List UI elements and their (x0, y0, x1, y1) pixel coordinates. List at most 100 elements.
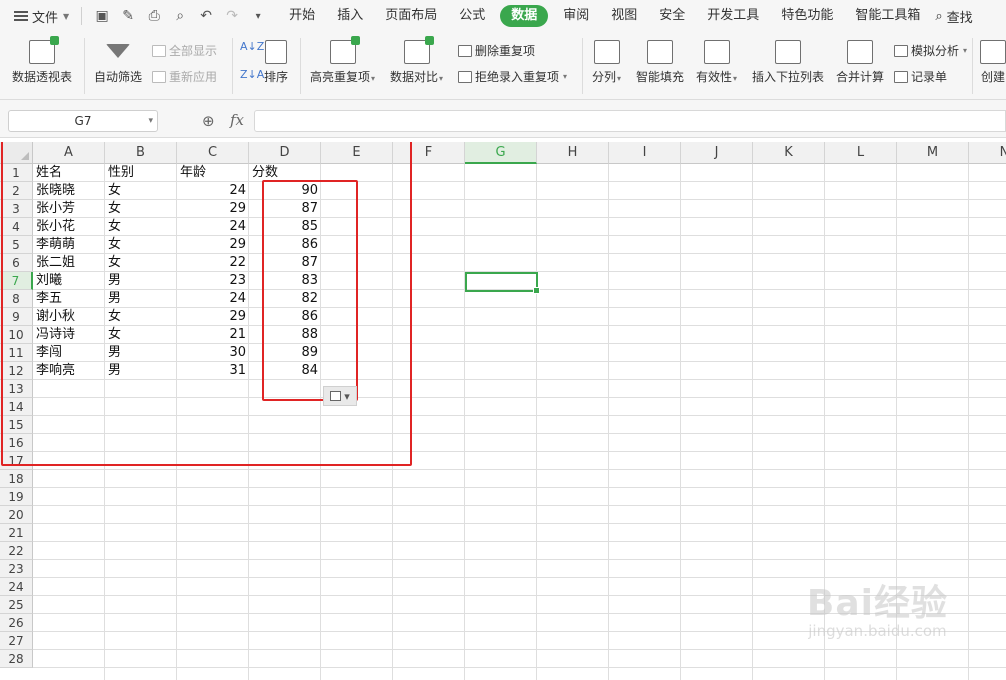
age-cell[interactable]: 23 (177, 272, 249, 290)
score-cell[interactable]: 90 (249, 182, 321, 200)
row-header-25[interactable]: 25 (0, 596, 33, 614)
name-cell[interactable]: 李五 (33, 290, 105, 308)
tab-smart-toolbox[interactable]: 智能工具箱 (844, 5, 931, 27)
tab-security[interactable]: 安全 (648, 5, 696, 27)
column-header-f[interactable]: F (393, 142, 465, 164)
customize-toolbar-icon[interactable]: ▾ (248, 11, 268, 22)
what-if-analysis-button[interactable]: 模拟分析 ▾ (894, 42, 967, 59)
tab-insert[interactable]: 插入 (326, 5, 374, 27)
age-cell[interactable]: 24 (177, 218, 249, 236)
gender-cell[interactable]: 女 (105, 200, 177, 218)
zoom-icon[interactable]: ⊕ (202, 112, 215, 130)
name-cell[interactable]: 李萌萌 (33, 236, 105, 254)
reapply-button[interactable]: 重新应用 (152, 68, 217, 85)
age-cell[interactable]: 24 (177, 182, 249, 200)
score-cell[interactable]: 82 (249, 290, 321, 308)
tab-special-features[interactable]: 特色功能 (770, 5, 844, 27)
score-cell[interactable]: 83 (249, 272, 321, 290)
age-cell[interactable]: 29 (177, 308, 249, 326)
name-cell[interactable]: 冯诗诗 (33, 326, 105, 344)
tab-page-layout[interactable]: 页面布局 (374, 5, 448, 27)
column-header-k[interactable]: K (753, 142, 825, 164)
sort-descending-button[interactable]: Z↓A (240, 68, 264, 81)
pivot-table-button[interactable]: 数据透视表 (12, 36, 72, 85)
print-preview-icon[interactable]: ⌕ (170, 8, 190, 24)
data-compare-button[interactable]: 数据对比▾ (390, 36, 443, 85)
age-cell[interactable]: 29 (177, 236, 249, 254)
column-header-j[interactable]: J (681, 142, 753, 164)
column-header-h[interactable]: H (537, 142, 609, 164)
age-cell[interactable]: 22 (177, 254, 249, 272)
gender-cell[interactable]: 男 (105, 344, 177, 362)
score-cell[interactable]: 84 (249, 362, 321, 380)
formula-input[interactable] (254, 110, 1006, 132)
age-cell[interactable]: 29 (177, 200, 249, 218)
row-header-8[interactable]: 8 (0, 290, 33, 308)
name-cell[interactable]: 张小芳 (33, 200, 105, 218)
autofilter-button[interactable]: 自动筛选 (94, 40, 142, 85)
row-header-6[interactable]: 6 (0, 254, 33, 272)
tab-developer[interactable]: 开发工具 (696, 5, 770, 27)
score-cell[interactable]: 86 (249, 236, 321, 254)
smart-fill-button[interactable]: 智能填充 (636, 40, 684, 85)
gender-cell[interactable]: 男 (105, 290, 177, 308)
tab-view[interactable]: 视图 (600, 5, 648, 27)
save-icon[interactable]: ▣ (92, 8, 112, 24)
score-cell[interactable]: 88 (249, 326, 321, 344)
column-header-i[interactable]: I (609, 142, 681, 164)
merge-calculation-button[interactable]: 合并计算 (836, 40, 884, 85)
row-header-5[interactable]: 5 (0, 236, 33, 254)
row-header-21[interactable]: 21 (0, 524, 33, 542)
row-header-24[interactable]: 24 (0, 578, 33, 596)
row-header-18[interactable]: 18 (0, 470, 33, 488)
undo-icon[interactable]: ↶ (196, 8, 216, 24)
column-header-d[interactable]: D (249, 142, 321, 164)
row-header-1[interactable]: 1 (0, 164, 33, 182)
column-header-l[interactable]: L (825, 142, 897, 164)
row-header-15[interactable]: 15 (0, 416, 33, 434)
highlight-duplicates-button[interactable]: 高亮重复项▾ (310, 36, 375, 85)
sort-button[interactable]: 排序 (264, 40, 288, 85)
name-cell[interactable]: 刘曦 (33, 272, 105, 290)
column-header-n[interactable]: N (969, 142, 1006, 164)
insert-dropdown-list-button[interactable]: 插入下拉列表 (752, 40, 824, 85)
row-header-17[interactable]: 17 (0, 452, 33, 470)
name-box[interactable]: G7 (8, 110, 158, 132)
score-cell[interactable]: 85 (249, 218, 321, 236)
search-button[interactable]: ⌕ 查找 (935, 7, 972, 26)
tab-data[interactable]: 数据 (500, 5, 549, 27)
show-all-button[interactable]: 全部显示 (152, 42, 217, 59)
score-cell[interactable]: 87 (249, 254, 321, 272)
row-header-13[interactable]: 13 (0, 380, 33, 398)
file-menu-button[interactable]: 文件 ▼ (0, 7, 75, 26)
row-header-16[interactable]: 16 (0, 434, 33, 452)
active-cell-g7[interactable] (465, 272, 540, 294)
row-header-7[interactable]: 7 (0, 272, 33, 290)
row-header-28[interactable]: 28 (0, 650, 33, 668)
row-header-10[interactable]: 10 (0, 326, 33, 344)
header-cell[interactable]: 姓名 (33, 164, 105, 182)
select-all-corner[interactable] (0, 142, 33, 164)
header-cell[interactable]: 性别 (105, 164, 177, 182)
gender-cell[interactable]: 女 (105, 236, 177, 254)
gender-cell[interactable]: 女 (105, 182, 177, 200)
name-cell[interactable]: 谢小秋 (33, 308, 105, 326)
row-header-11[interactable]: 11 (0, 344, 33, 362)
score-cell[interactable]: 89 (249, 344, 321, 362)
create-group-button[interactable]: 创建 (980, 40, 1006, 85)
gender-cell[interactable]: 女 (105, 218, 177, 236)
name-cell[interactable]: 李闯 (33, 344, 105, 362)
row-header-2[interactable]: 2 (0, 182, 33, 200)
header-cell[interactable]: 分数 (249, 164, 321, 182)
redo-icon[interactable]: ↷ (222, 8, 242, 24)
header-cell[interactable]: 年龄 (177, 164, 249, 182)
row-header-22[interactable]: 22 (0, 542, 33, 560)
gender-cell[interactable]: 男 (105, 272, 177, 290)
row-header-14[interactable]: 14 (0, 398, 33, 416)
record-form-button[interactable]: 记录单 (894, 68, 947, 85)
name-cell[interactable]: 李响亮 (33, 362, 105, 380)
row-header-23[interactable]: 23 (0, 560, 33, 578)
tab-review[interactable]: 审阅 (552, 5, 600, 27)
age-cell[interactable]: 30 (177, 344, 249, 362)
gender-cell[interactable]: 女 (105, 326, 177, 344)
